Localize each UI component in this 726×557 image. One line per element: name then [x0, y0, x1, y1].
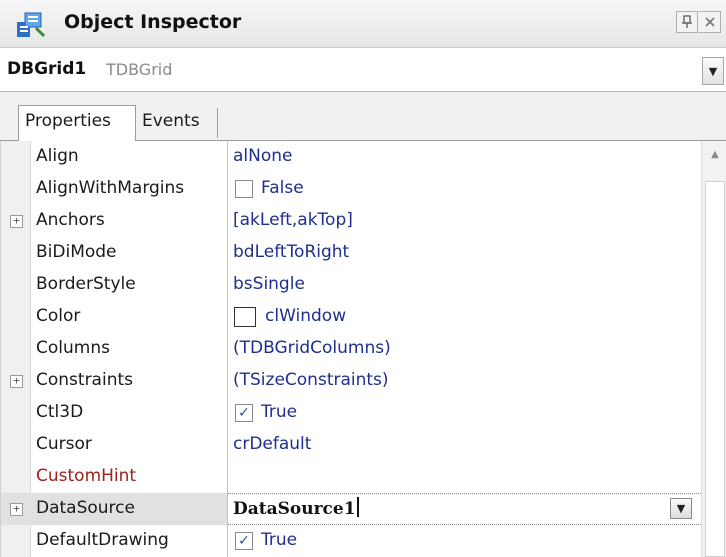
property-row-borderstyle[interactable]: BorderStyle bsSingle — [1, 269, 701, 301]
component-type: TDBGrid — [106, 60, 173, 79]
property-name: Align — [36, 146, 79, 166]
property-value[interactable]: True — [261, 402, 297, 422]
scroll-thumb[interactable] — [705, 181, 725, 557]
property-row-ctl3d[interactable]: Ctl3D ✓ True — [1, 397, 701, 429]
property-value[interactable]: crDefault — [233, 434, 311, 454]
window-title: Object Inspector — [64, 11, 242, 33]
pin-icon[interactable] — [676, 11, 698, 33]
property-value[interactable]: alNone — [233, 146, 293, 166]
property-name: DataSource — [36, 498, 135, 518]
checkbox-unchecked[interactable] — [235, 180, 253, 198]
property-value[interactable]: [akLeft,akTop] — [233, 210, 353, 230]
close-icon[interactable] — [699, 11, 721, 33]
expand-icon[interactable]: + — [10, 215, 23, 228]
expand-icon[interactable]: + — [10, 503, 23, 516]
property-name: BiDiMode — [36, 242, 117, 262]
checkbox-checked-icon[interactable]: ✓ — [235, 532, 253, 550]
tab-events[interactable]: Events — [136, 108, 218, 138]
title-bar: Object Inspector — [0, 0, 726, 48]
expand-icon[interactable]: + — [10, 375, 23, 388]
property-name: DefaultDrawing — [36, 530, 169, 550]
property-name: BorderStyle — [36, 274, 136, 294]
property-name: Anchors — [36, 210, 105, 230]
property-row-alignwithmargins[interactable]: AlignWithMargins False — [1, 173, 701, 205]
property-row-anchors[interactable]: + Anchors [akLeft,akTop] — [1, 205, 701, 237]
property-row-constraints[interactable]: + Constraints (TSizeConstraints) — [1, 365, 701, 397]
scroll-up-icon[interactable]: ▲ — [707, 147, 723, 161]
property-name: Ctl3D — [36, 402, 84, 422]
column-divider[interactable] — [227, 141, 228, 557]
property-row-bidimode[interactable]: BiDiMode bdLeftToRight — [1, 237, 701, 269]
property-value[interactable]: True — [261, 530, 297, 550]
component-name: DBGrid1 — [7, 59, 87, 79]
property-row-defaultdrawing[interactable]: DefaultDrawing ✓ True — [1, 525, 701, 557]
property-row-cursor[interactable]: Cursor crDefault — [1, 429, 701, 461]
property-row-color[interactable]: Color clWindow — [1, 301, 701, 333]
checkbox-checked-icon[interactable]: ✓ — [235, 404, 253, 422]
property-value[interactable]: clWindow — [265, 306, 346, 326]
property-value[interactable]: bdLeftToRight — [233, 242, 349, 262]
property-grid: Align alNone AlignWithMargins False + An… — [0, 141, 726, 557]
property-row-align[interactable]: Align alNone — [1, 141, 701, 173]
property-value[interactable]: (TSizeConstraints) — [233, 370, 389, 390]
property-name: CustomHint — [36, 466, 137, 486]
property-name: Constraints — [36, 370, 133, 390]
property-value[interactable]: False — [261, 178, 304, 198]
property-name: AlignWithMargins — [36, 178, 185, 198]
property-value-text: DataSource1 — [233, 499, 356, 519]
property-name: Cursor — [36, 434, 92, 454]
chevron-down-icon[interactable]: ▼ — [670, 498, 692, 519]
tab-strip: Properties Events — [0, 92, 726, 142]
property-row-customhint[interactable]: CustomHint — [1, 461, 701, 493]
color-swatch — [234, 307, 256, 327]
property-value-input[interactable]: DataSource1 — [233, 497, 359, 519]
tab-properties[interactable]: Properties — [18, 105, 136, 142]
property-name: Columns — [36, 338, 110, 358]
property-value[interactable]: bsSingle — [233, 274, 305, 294]
chevron-down-icon[interactable]: ▼ — [702, 57, 724, 85]
component-selector[interactable]: DBGrid1 TDBGrid — [0, 48, 726, 92]
property-row-datasource[interactable]: + DataSource DataSource1 ▼ — [1, 493, 726, 525]
vertical-scrollbar[interactable]: ▲ — [701, 141, 726, 557]
object-inspector-icon — [17, 12, 46, 38]
text-caret — [356, 497, 359, 517]
property-name: Color — [36, 306, 81, 326]
property-value[interactable]: (TDBGridColumns) — [233, 338, 391, 358]
property-row-columns[interactable]: Columns (TDBGridColumns) — [1, 333, 701, 365]
